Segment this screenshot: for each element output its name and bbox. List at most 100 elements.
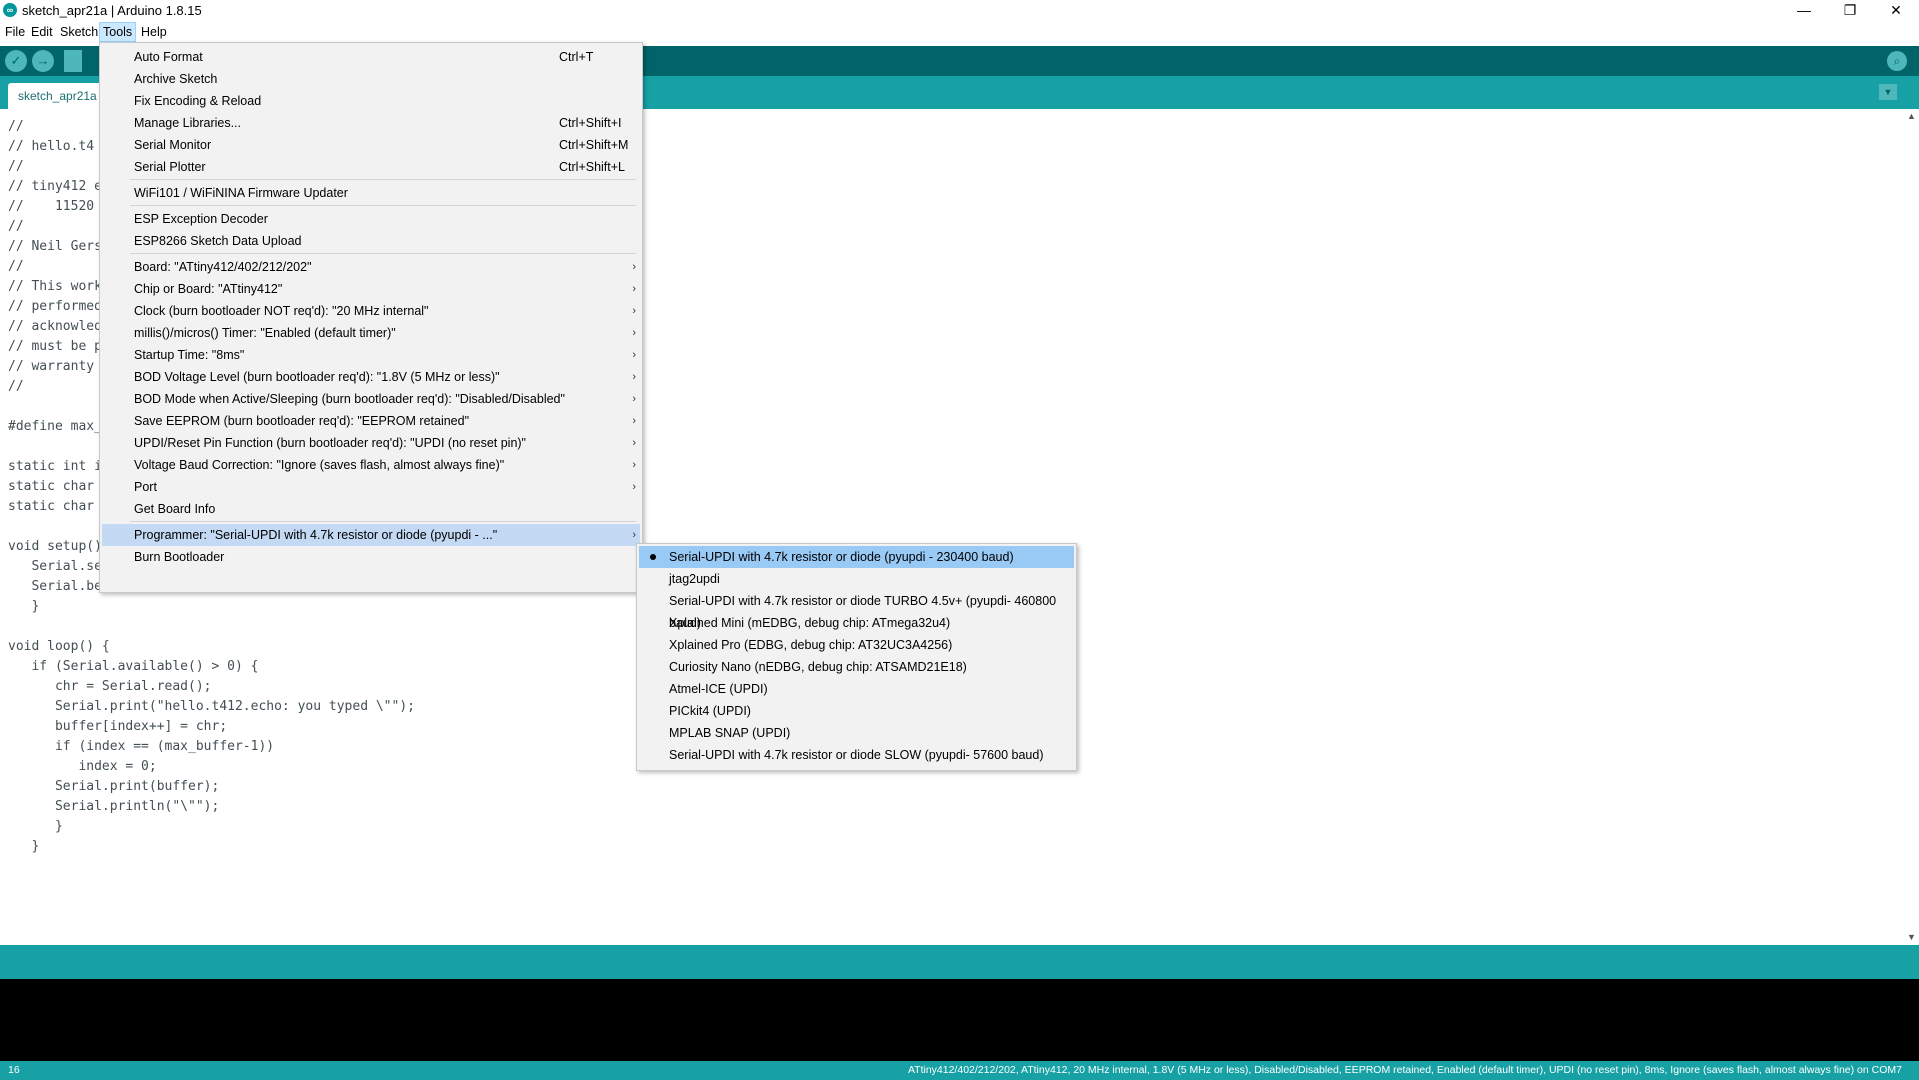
programmer-option[interactable]: Serial-UPDI with 4.7k resistor or diode … xyxy=(639,590,1074,630)
tools-menu-item[interactable]: Clock (burn bootloader NOT req'd): "20 M… xyxy=(102,300,640,322)
programmer-option[interactable]: Atmel-ICE (UPDI) xyxy=(639,678,1074,700)
tools-menu-item[interactable]: UPDI/Reset Pin Function (burn bootloader… xyxy=(102,432,640,454)
menu-item-label: Archive Sketch xyxy=(134,72,218,86)
scroll-down-icon[interactable]: ▼ xyxy=(1906,932,1917,943)
tools-menu-item[interactable]: Fix Encoding & Reload xyxy=(102,90,640,112)
code-line: // xyxy=(8,159,24,174)
tools-menu-item[interactable]: millis()/micros() Timer: "Enabled (defau… xyxy=(102,322,640,344)
console-header xyxy=(0,945,1919,979)
board-info: ATtiny412/402/212/202, ATtiny412, 20 MHz… xyxy=(907,1064,1902,1076)
menu-bar: File Edit Sketch Tools Help xyxy=(0,22,1919,42)
tools-menu-item[interactable]: Serial Plotter Ctrl+Shift+L xyxy=(102,156,640,178)
title-bar: ∞ sketch_apr21a | Arduino 1.8.15 — ❐ ✕ xyxy=(0,0,1919,22)
menu-help[interactable]: Help xyxy=(138,23,170,41)
menu-file[interactable]: File xyxy=(2,23,28,41)
tools-menu-item[interactable]: Burn Bootloader xyxy=(102,546,640,568)
menu-edit[interactable]: Edit xyxy=(28,23,56,41)
menu-separator xyxy=(130,253,636,254)
editor-scrollbar[interactable]: ▲ ▼ xyxy=(1904,109,1919,945)
code-line: // xyxy=(8,379,24,394)
code-line: Serial.println("\""); xyxy=(8,799,220,814)
tools-menu-item[interactable]: Startup Time: "8ms" › xyxy=(102,344,640,366)
submenu-arrow-icon: › xyxy=(632,305,636,317)
code-line: // hello.t4 xyxy=(8,139,95,154)
code-line: // xyxy=(8,119,24,134)
programmer-option[interactable]: Xplained Pro (EDBG, debug chip: AT32UC3A… xyxy=(639,634,1074,656)
close-button[interactable]: ✕ xyxy=(1873,0,1919,22)
tools-menu-item[interactable]: Voltage Baud Correction: "Ignore (saves … xyxy=(102,454,640,476)
programmer-option[interactable]: Curiosity Nano (nEDBG, debug chip: ATSAM… xyxy=(639,656,1074,678)
menu-sketch[interactable]: Sketch xyxy=(57,23,101,41)
tools-menu-item[interactable]: BOD Voltage Level (burn bootloader req'd… xyxy=(102,366,640,388)
tools-menu-item[interactable]: Programmer: "Serial-UPDI with 4.7k resis… xyxy=(102,524,640,546)
radio-selected-icon xyxy=(650,554,656,560)
arduino-logo-icon: ∞ xyxy=(3,3,17,17)
programmer-option[interactable]: jtag2updi xyxy=(639,568,1074,590)
tools-menu-item[interactable]: Save EEPROM (burn bootloader req'd): "EE… xyxy=(102,410,640,432)
serial-monitor-button[interactable]: ⌕ xyxy=(1887,51,1907,71)
programmer-submenu: Serial-UPDI with 4.7k resistor or diode … xyxy=(636,543,1077,771)
code-line: static char xyxy=(8,479,95,494)
tools-menu-item[interactable]: ESP Exception Decoder xyxy=(102,208,640,230)
menu-item-label: ESP8266 Sketch Data Upload xyxy=(134,234,302,248)
code-line: // tiny412 e xyxy=(8,179,102,194)
menu-separator xyxy=(130,179,636,180)
tools-menu-item[interactable]: BOD Mode when Active/Sleeping (burn boot… xyxy=(102,388,640,410)
tools-menu-item[interactable]: ESP8266 Sketch Data Upload xyxy=(102,230,640,252)
status-bar: 16 ATtiny412/402/212/202, ATtiny412, 20 … xyxy=(0,1061,1919,1080)
submenu-arrow-icon: › xyxy=(632,261,636,273)
code-line: // 11520 xyxy=(8,199,95,214)
submenu-arrow-icon: › xyxy=(632,481,636,493)
menu-tools[interactable]: Tools xyxy=(99,22,137,42)
code-line: Serial.print("hello.t412.echo: you typed… xyxy=(8,699,415,714)
scroll-up-icon[interactable]: ▲ xyxy=(1906,111,1917,122)
menu-item-label: Burn Bootloader xyxy=(134,550,225,564)
code-line: if (Serial.available() > 0) { xyxy=(8,659,259,674)
programmer-option[interactable]: Serial-UPDI with 4.7k resistor or diode … xyxy=(639,546,1074,568)
maximize-button[interactable]: ❐ xyxy=(1827,0,1873,22)
menu-item-label: Fix Encoding & Reload xyxy=(134,94,262,108)
tools-menu-item[interactable]: Port › xyxy=(102,476,640,498)
tools-menu-item[interactable]: Serial Monitor Ctrl+Shift+M xyxy=(102,134,640,156)
programmer-option-label: MPLAB SNAP (UPDI) xyxy=(669,726,791,740)
verify-button[interactable]: ✓ xyxy=(5,50,27,72)
menu-separator xyxy=(130,205,636,206)
upload-button[interactable]: → xyxy=(32,50,54,72)
programmer-option-label: Atmel-ICE (UPDI) xyxy=(669,682,768,696)
menu-item-shortcut: Ctrl+Shift+L xyxy=(559,160,626,174)
programmer-option[interactable]: Serial-UPDI with 4.7k resistor or diode … xyxy=(639,744,1074,766)
tools-menu-item[interactable]: WiFi101 / WiFiNINA Firmware Updater xyxy=(102,182,640,204)
code-line: // Neil Gers xyxy=(8,239,102,254)
submenu-arrow-icon: › xyxy=(632,371,636,383)
programmer-option[interactable]: Xplained Mini (mEDBG, debug chip: ATmega… xyxy=(639,612,1074,634)
submenu-arrow-icon: › xyxy=(632,283,636,295)
submenu-arrow-icon: › xyxy=(632,349,636,361)
code-line: // must be p xyxy=(8,339,102,354)
code-line: // acknowled xyxy=(8,319,102,334)
submenu-arrow-icon: › xyxy=(632,459,636,471)
programmer-option[interactable]: PICkit4 (UPDI) xyxy=(639,700,1074,722)
menu-item-shortcut: Ctrl+Shift+I xyxy=(559,116,622,130)
tools-menu-item[interactable]: Auto Format Ctrl+T xyxy=(102,46,640,68)
programmer-option-label: PICkit4 (UPDI) xyxy=(669,704,751,718)
tools-menu-item[interactable]: Chip or Board: "ATtiny412" › xyxy=(102,278,640,300)
tools-menu-item[interactable]: Manage Libraries... Ctrl+Shift+I xyxy=(102,112,640,134)
menu-item-label: Programmer: "Serial-UPDI with 4.7k resis… xyxy=(134,528,498,542)
programmer-option[interactable]: MPLAB SNAP (UPDI) xyxy=(639,722,1074,744)
tools-menu-item[interactable]: Archive Sketch xyxy=(102,68,640,90)
code-line: buffer[index++] = chr; xyxy=(8,719,228,734)
code-line: // xyxy=(8,259,24,274)
submenu-arrow-icon: › xyxy=(632,437,636,449)
menu-item-label: UPDI/Reset Pin Function (burn bootloader… xyxy=(134,436,526,450)
tools-menu-item[interactable]: Get Board Info xyxy=(102,498,640,520)
tools-menu-item[interactable]: Board: "ATtiny412/402/212/202" › xyxy=(102,256,640,278)
minimize-button[interactable]: — xyxy=(1781,0,1827,22)
code-line: // warranty xyxy=(8,359,95,374)
tab-menu-button[interactable]: ▼ xyxy=(1879,84,1897,100)
menu-item-label: Manage Libraries... xyxy=(134,116,242,130)
submenu-arrow-icon: › xyxy=(632,327,636,339)
console-output[interactable] xyxy=(0,979,1919,1061)
menu-item-shortcut: Ctrl+Shift+M xyxy=(559,138,629,152)
new-sketch-button[interactable] xyxy=(64,50,82,72)
menu-item-label: millis()/micros() Timer: "Enabled (defau… xyxy=(134,326,396,340)
